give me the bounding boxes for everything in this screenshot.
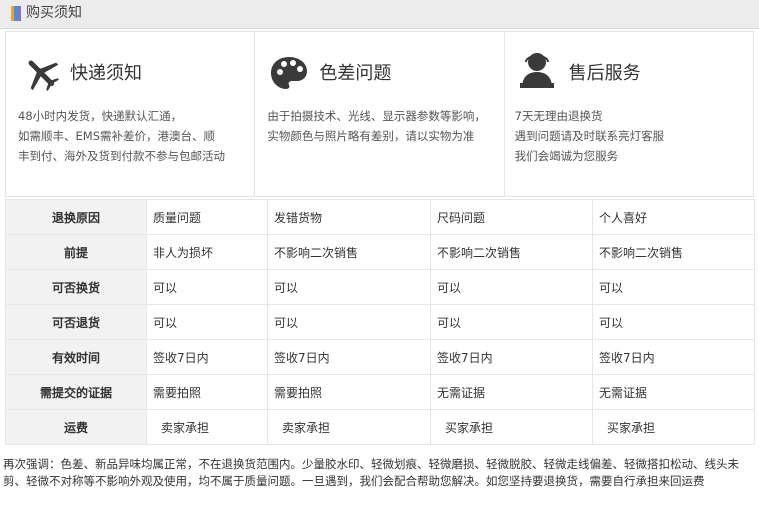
table-cell: 签收7日内 — [146, 339, 268, 375]
row-header: 可否退货 — [5, 304, 147, 340]
card-text-line: 丰到付、海外及货到付款不参与包邮活动 — [18, 149, 225, 163]
table-cell: 签收7日内 — [592, 339, 755, 375]
card-title: 色差问题 — [319, 63, 392, 84]
table-row: 可否退货 可以 可以 可以 可以 — [5, 304, 755, 340]
table-cell: 卖家承担 — [146, 409, 268, 445]
policy-note: 再次强调：色差、新品异味均属正常，不在退换货范围内。少量胶水印、轻微划痕、轻微磨… — [3, 457, 739, 488]
table-cell: 质量问题 — [146, 199, 268, 235]
header-color-bar-icon — [11, 6, 21, 21]
row-header: 前提 — [5, 234, 147, 270]
palette-icon — [271, 57, 308, 89]
table-cell: 不影响二次销售 — [592, 234, 755, 270]
table-cell: 可以 — [430, 269, 593, 305]
customer-service-icon — [519, 53, 554, 88]
table-cell: 非人为损坏 — [146, 234, 268, 270]
info-cards: 快递须知 48小时内发货，快递默认汇通， 如需顺丰、EMS需补差价，港澳台、顺 … — [5, 31, 754, 197]
table-cell: 需要拍照 — [267, 374, 431, 410]
card-after-sales: 售后服务 7天无理由退换货 遇到问题请及时联系亮灯客服 我们会竭诚为您服务 — [505, 32, 753, 196]
section-title: 购买须知 — [26, 5, 82, 21]
table-cell: 可以 — [592, 304, 755, 340]
table-cell: 可以 — [146, 304, 268, 340]
card-title: 快递须知 — [70, 63, 142, 84]
table-cell: 个人喜好 — [592, 199, 755, 235]
table-cell: 买家承担 — [592, 409, 755, 445]
card-color-difference: 色差问题 由于拍摄技术、光线、显示器参数等影响， 实物颜色与照片略有差别，请以实… — [255, 32, 505, 196]
table-cell: 需要拍照 — [146, 374, 268, 410]
row-header: 运费 — [5, 409, 147, 445]
table-row: 有效时间 签收7日内 签收7日内 签收7日内 签收7日内 — [5, 339, 755, 375]
table-cell: 可以 — [146, 269, 268, 305]
airplane-icon — [28, 60, 59, 91]
table-cell: 卖家承担 — [267, 409, 431, 445]
table-row: 运费 卖家承担 卖家承担 买家承担 买家承担 — [5, 409, 755, 445]
table-cell: 买家承担 — [430, 409, 593, 445]
table-cell: 签收7日内 — [267, 339, 431, 375]
card-text-line: 实物颜色与照片略有差别，请以实物为准 — [267, 129, 475, 143]
table-row: 可否换货 可以 可以 可以 可以 — [5, 269, 755, 305]
row-header: 有效时间 — [5, 339, 147, 375]
card-text-line: 遇到问题请及时联系亮灯客服 — [514, 129, 665, 143]
table-cell: 可以 — [592, 269, 755, 305]
return-policy-table: 退换原因 质量问题 发错货物 尺码问题 个人喜好 前提 非人为损坏 不影响二次销… — [5, 199, 755, 445]
card-text-line: 48小时内发货，快递默认汇通， — [18, 109, 183, 123]
card-title: 售后服务 — [568, 63, 641, 84]
table-cell: 不影响二次销售 — [430, 234, 593, 270]
row-header: 需提交的证据 — [5, 374, 147, 410]
bar-segment — [17, 6, 21, 21]
row-header: 退换原因 — [5, 199, 147, 235]
card-text-line: 我们会竭诚为您服务 — [514, 149, 619, 163]
table-cell: 无需证据 — [592, 374, 755, 410]
table-row: 退换原因 质量问题 发错货物 尺码问题 个人喜好 — [5, 199, 755, 235]
table-cell: 尺码问题 — [430, 199, 593, 235]
table-row: 需提交的证据 需要拍照 需要拍照 无需证据 无需证据 — [5, 374, 755, 410]
table-cell: 可以 — [267, 304, 431, 340]
card-text-line: 如需顺丰、EMS需补差价，港澳台、顺 — [18, 129, 215, 143]
section-header: 购买须知 — [0, 0, 759, 29]
card-text-line: 由于拍摄技术、光线、显示器参数等影响， — [267, 109, 486, 123]
table-row: 前提 非人为损坏 不影响二次销售 不影响二次销售 不影响二次销售 — [5, 234, 755, 270]
table-cell: 可以 — [267, 269, 431, 305]
table-cell: 签收7日内 — [430, 339, 593, 375]
table-cell: 不影响二次销售 — [267, 234, 431, 270]
row-header: 可否换货 — [5, 269, 147, 305]
table-cell: 无需证据 — [430, 374, 593, 410]
table-cell: 发错货物 — [267, 199, 431, 235]
card-shipping: 快递须知 48小时内发货，快递默认汇通， 如需顺丰、EMS需补差价，港澳台、顺 … — [6, 32, 256, 196]
card-text-line: 7天无理由退换货 — [514, 109, 603, 123]
table-cell: 可以 — [430, 304, 593, 340]
